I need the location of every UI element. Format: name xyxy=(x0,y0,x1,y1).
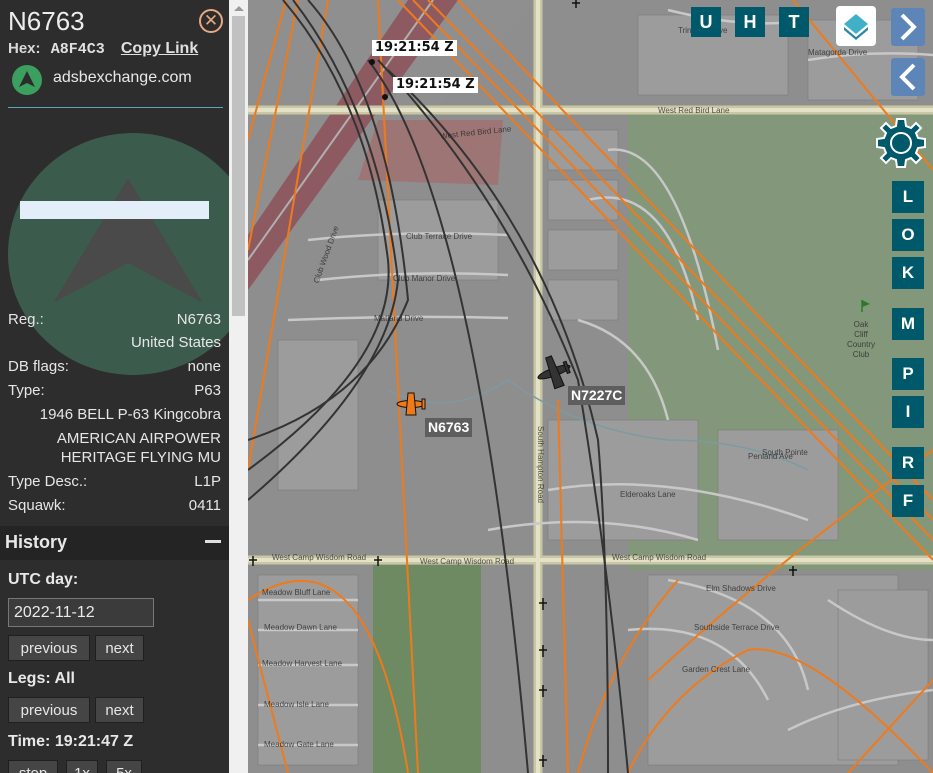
toggle-k-button[interactable]: K xyxy=(892,257,924,289)
dbflags-label: DB flags: xyxy=(8,358,69,375)
toggle-r-button[interactable]: R xyxy=(892,447,924,479)
country-value: United States xyxy=(130,334,221,351)
toggle-o-button[interactable]: O xyxy=(892,219,924,251)
squawk-label: Squawk: xyxy=(8,497,66,514)
map-layers-button[interactable] xyxy=(836,6,876,46)
road-label-south-hampton: South Hampton Road xyxy=(535,426,545,503)
track-timestamp-label: 19:21:54 Z xyxy=(393,77,478,93)
hex-row: Hex: A8F4C3 Copy Link xyxy=(8,40,198,58)
copy-link-button[interactable]: Copy Link xyxy=(121,40,198,57)
road-label-matagorda: Matagorda Drive xyxy=(808,48,868,57)
source-name: adsbexchange.com xyxy=(53,69,192,86)
road-label-south-pointe: South Pointe xyxy=(762,448,808,457)
dbflags-value: none xyxy=(187,358,221,375)
owner-line-2: HERITAGE FLYING MU xyxy=(60,449,221,466)
toggle-m-button[interactable]: M xyxy=(892,308,924,340)
legs-next-button[interactable]: next xyxy=(95,697,144,723)
adsbexchange-logo-icon xyxy=(12,65,42,95)
road-label-elderoaks: Elderoaks Lane xyxy=(620,490,676,499)
aircraft-label-n6763[interactable]: N6763 xyxy=(425,418,473,437)
toggle-u-button[interactable]: U xyxy=(691,7,721,37)
settings-button[interactable] xyxy=(873,115,929,171)
toggle-i-button[interactable]: I xyxy=(892,396,924,428)
toggle-t-button[interactable]: T xyxy=(779,7,809,37)
utc-day-input[interactable] xyxy=(8,598,154,627)
map-view[interactable]: West Red Bird Lane West Red Bird Lane Cl… xyxy=(248,0,933,773)
gear-icon xyxy=(876,118,926,168)
photo-credit-bar xyxy=(20,201,209,219)
oak-cliff-country-club-label: Oak Cliff Country Club xyxy=(846,320,875,359)
road-label-elm-shadows: Elm Shadows Drive xyxy=(706,584,776,593)
reg-label: Reg.: xyxy=(8,311,44,328)
stop-button[interactable]: stop xyxy=(8,760,58,773)
time-label: Time: 19:21:47 Z xyxy=(8,733,134,750)
chevron-right-icon xyxy=(900,13,917,41)
track-timestamp-label: 19:21:54 Z xyxy=(372,40,457,56)
scroll-up-icon[interactable] xyxy=(234,6,244,11)
toggle-h-button[interactable]: H xyxy=(735,7,765,37)
typedesc-value: L1P xyxy=(194,473,221,490)
road-label-garden-crest: Garden Crest Lane xyxy=(682,665,751,674)
speed-5x-button[interactable]: 5x xyxy=(106,760,142,773)
sidebar-scrollbar[interactable] xyxy=(229,0,248,773)
speed-1x-button[interactable]: 1x xyxy=(66,760,98,773)
owner-line-1: AMERICAN AIRPOWER xyxy=(56,430,221,447)
reg-value: N6763 xyxy=(176,311,221,328)
road-label-west-camp-wisdom-3: West Camp Wisdom Road xyxy=(612,553,707,562)
road-label-meadow-gate: Meadow Gate Lane xyxy=(264,740,334,749)
collapse-panel-button[interactable] xyxy=(891,58,925,96)
collapse-icon[interactable] xyxy=(205,540,221,543)
close-icon[interactable]: ✕ xyxy=(199,9,223,33)
utc-day-label: UTC day: xyxy=(8,571,79,588)
road-label-west-camp-wisdom-1: West Camp Wisdom Road xyxy=(272,553,367,562)
toggle-l-button[interactable]: L xyxy=(892,181,924,213)
type-label: Type: xyxy=(8,382,45,399)
toggle-p-button[interactable]: P xyxy=(892,358,924,390)
history-title: History xyxy=(5,532,68,552)
road-label-west-red-bird-2: West Red Bird Lane xyxy=(658,106,730,115)
typedesc-label: Type Desc.: xyxy=(8,473,88,490)
road-label-meadow-isle: Meadow Isle Lane xyxy=(264,700,329,709)
aircraft-title: N6763 xyxy=(8,6,85,36)
day-previous-button[interactable]: previous xyxy=(8,635,90,661)
scrollbar-thumb[interactable] xyxy=(232,16,245,316)
hex-label: Hex: xyxy=(8,40,41,57)
divider xyxy=(8,107,223,108)
expand-panel-button[interactable] xyxy=(891,8,925,46)
history-header[interactable]: History xyxy=(0,526,229,560)
chevron-left-icon xyxy=(899,63,916,91)
legs-label: Legs: All xyxy=(8,670,75,687)
squawk-value: 0411 xyxy=(188,497,221,514)
layers-icon xyxy=(844,14,868,40)
aircraft-label-n7227c[interactable]: N7227C xyxy=(568,386,626,405)
road-label-club-terrace: Club Terrace Drive xyxy=(406,232,473,241)
toggle-f-button[interactable]: F xyxy=(892,485,924,517)
model-value: 1946 BELL P-63 Kingcobra xyxy=(39,406,221,423)
legs-previous-button[interactable]: previous xyxy=(8,697,90,723)
road-label-matland: Matland Drive xyxy=(374,314,424,323)
day-next-button[interactable]: next xyxy=(95,635,144,661)
hex-value: A8F4C3 xyxy=(50,41,105,58)
road-label-west-camp-wisdom-2: West Camp Wisdom Road xyxy=(420,557,515,566)
road-label-meadow-bluff: Meadow Bluff Lane xyxy=(262,588,331,597)
type-value: P63 xyxy=(194,382,221,399)
road-label-club-manor: Club Manor Drive xyxy=(393,274,456,283)
road-label-southside-terrace: Southside Terrace Drive xyxy=(694,623,780,632)
road-label-meadow-dawn: Meadow Dawn Lane xyxy=(264,623,337,632)
aircraft-info-panel: N6763 ✕ Hex: A8F4C3 Copy Link adsbexchan… xyxy=(0,0,229,773)
road-label-meadow-harvest: Meadow Harvest Lane xyxy=(262,659,343,668)
